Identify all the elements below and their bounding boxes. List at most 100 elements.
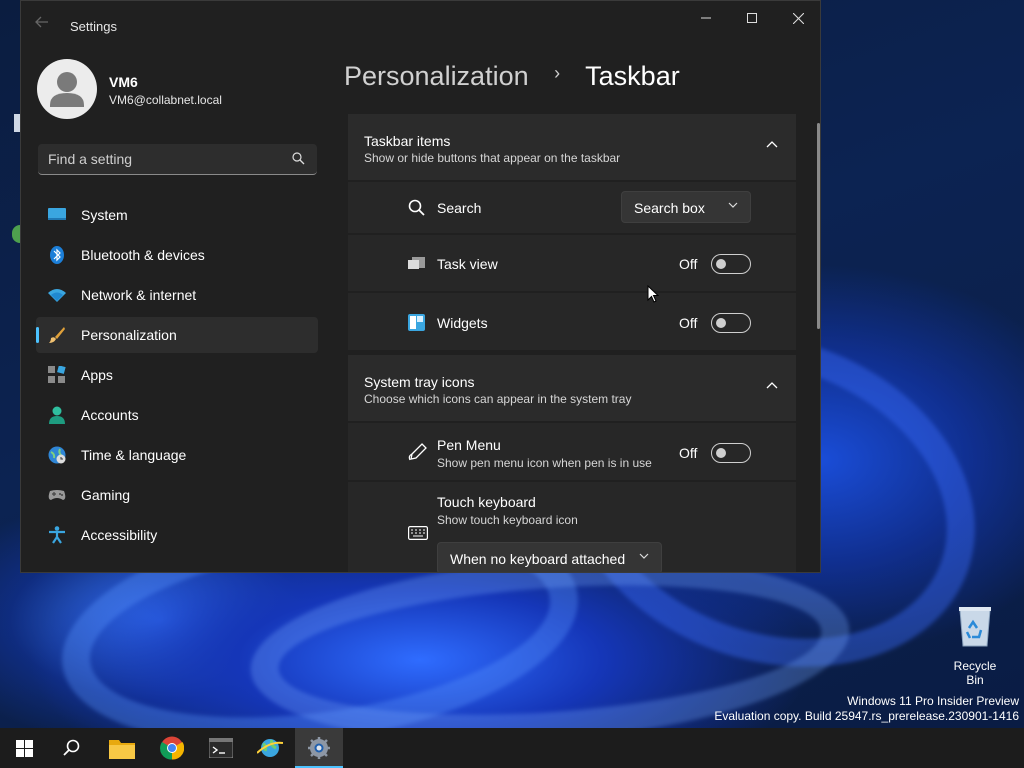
monitor-icon bbox=[48, 208, 66, 220]
system-tray-section: System tray icons Choose which icons can… bbox=[348, 355, 796, 572]
recycle-bin-label: Recycle Bin bbox=[953, 659, 997, 687]
desktop-icon-partial[interactable] bbox=[0, 112, 20, 142]
chrome-button[interactable] bbox=[148, 728, 196, 768]
accessibility-icon bbox=[49, 526, 65, 544]
globe-clock-icon bbox=[48, 446, 66, 464]
sidebar-item-time-language[interactable]: Time & language bbox=[36, 437, 318, 473]
breadcrumb-parent[interactable]: Personalization bbox=[344, 61, 529, 91]
toggle-state: Off bbox=[679, 315, 698, 331]
wifi-icon bbox=[48, 289, 66, 302]
section-subtitle: Choose which icons can appear in the sys… bbox=[364, 392, 632, 406]
chrome-icon bbox=[160, 736, 184, 760]
pen-menu-label: Pen Menu bbox=[437, 437, 501, 453]
search-icon[interactable] bbox=[292, 152, 305, 165]
touch-keyboard-label: Touch keyboard bbox=[437, 494, 536, 510]
touch-keyboard-dropdown[interactable]: When no keyboard attached bbox=[437, 542, 662, 572]
dropdown-value: When no keyboard attached bbox=[450, 551, 626, 567]
sidebar-item-network[interactable]: Network & internet bbox=[36, 277, 318, 313]
title-bar[interactable]: Settings bbox=[21, 1, 820, 45]
sidebar-item-accessibility[interactable]: Accessibility bbox=[36, 517, 318, 553]
pen-icon bbox=[408, 443, 427, 461]
search-label: Search bbox=[437, 200, 482, 216]
start-button[interactable] bbox=[0, 728, 48, 768]
task-view-row: Task view Off bbox=[348, 233, 796, 291]
desktop-icon-partial[interactable] bbox=[0, 225, 20, 255]
terminal-button[interactable] bbox=[197, 728, 245, 768]
section-subtitle: Show or hide buttons that appear on the … bbox=[364, 151, 621, 165]
sidebar-item-label: Gaming bbox=[81, 487, 131, 503]
breadcrumb: Personalization › Taskbar bbox=[344, 61, 680, 92]
sidebar-nav: System Bluetooth & devices Network & int… bbox=[36, 197, 318, 557]
bluetooth-icon bbox=[50, 246, 64, 264]
settings-app-button[interactable] bbox=[295, 728, 343, 768]
widgets-toggle[interactable] bbox=[711, 313, 751, 333]
task-view-toggle[interactable] bbox=[711, 254, 751, 274]
task-view-icon bbox=[408, 257, 425, 269]
pen-menu-row: Pen Menu Show pen menu icon when pen is … bbox=[348, 421, 796, 480]
search-mode-dropdown[interactable]: Search box bbox=[621, 191, 751, 223]
keyboard-icon bbox=[408, 526, 428, 540]
chevron-down-icon bbox=[728, 202, 738, 208]
settings-window: Settings VM6 VM6@collabnet.local System … bbox=[20, 0, 821, 573]
section-title: System tray icons bbox=[364, 374, 475, 390]
sidebar-item-gaming[interactable]: Gaming bbox=[36, 477, 318, 513]
taskbar-search-button[interactable] bbox=[48, 728, 96, 768]
taskbar-items-header[interactable]: Taskbar items Show or hide buttons that … bbox=[348, 114, 796, 180]
settings-icon bbox=[308, 737, 330, 759]
taskbar-items-section: Taskbar items Show or hide buttons that … bbox=[348, 114, 796, 350]
search-input[interactable] bbox=[38, 144, 278, 173]
sidebar-item-apps[interactable]: Apps bbox=[36, 357, 318, 393]
window-title: Settings bbox=[70, 19, 117, 34]
toggle-state: Off bbox=[679, 256, 698, 272]
scrollbar[interactable] bbox=[817, 123, 820, 329]
dropdown-value: Search box bbox=[634, 200, 705, 216]
profile-name: VM6 bbox=[109, 74, 138, 90]
widgets-label: Widgets bbox=[437, 315, 488, 331]
watermark-line2: Evaluation copy. Build 25947.rs_prerelea… bbox=[714, 709, 1019, 723]
sidebar-item-label: Bluetooth & devices bbox=[81, 247, 205, 263]
mouse-cursor-icon bbox=[647, 285, 659, 303]
network-globe-icon bbox=[257, 739, 283, 757]
section-title: Taskbar items bbox=[364, 133, 451, 149]
sidebar-item-label: Network & internet bbox=[81, 287, 197, 303]
touch-keyboard-description: Show touch keyboard icon bbox=[437, 513, 578, 527]
pen-menu-description: Show pen menu icon when pen is in use bbox=[437, 456, 652, 470]
back-button[interactable] bbox=[35, 15, 55, 35]
chevron-up-icon[interactable] bbox=[766, 140, 778, 148]
avatar[interactable] bbox=[37, 59, 97, 119]
recycle-bin-icon bbox=[959, 607, 991, 647]
touch-keyboard-row: Touch keyboard Show touch keyboard icon … bbox=[348, 480, 796, 572]
person-icon bbox=[50, 72, 84, 107]
sidebar-item-bluetooth[interactable]: Bluetooth & devices bbox=[36, 237, 318, 273]
sidebar-item-personalization[interactable]: Personalization bbox=[36, 317, 318, 353]
profile-email: VM6@collabnet.local bbox=[109, 93, 222, 107]
minimize-button[interactable] bbox=[683, 1, 729, 35]
page-title: Taskbar bbox=[585, 61, 680, 91]
chevron-up-icon[interactable] bbox=[766, 381, 778, 389]
gamepad-icon bbox=[48, 490, 66, 500]
system-tray-header[interactable]: System tray icons Choose which icons can… bbox=[348, 355, 796, 421]
network-app-button[interactable] bbox=[246, 728, 294, 768]
maximize-icon bbox=[747, 13, 757, 23]
settings-search[interactable] bbox=[38, 144, 317, 175]
sidebar-item-accounts[interactable]: Accounts bbox=[36, 397, 318, 433]
taskbar bbox=[0, 728, 1024, 768]
search-icon bbox=[63, 739, 80, 756]
maximize-button[interactable] bbox=[729, 1, 775, 35]
start-icon bbox=[15, 739, 33, 757]
toggle-state: Off bbox=[679, 445, 698, 461]
widgets-icon bbox=[408, 314, 425, 331]
minimize-icon bbox=[701, 17, 711, 19]
task-view-label: Task view bbox=[437, 256, 498, 272]
sidebar-item-label: Apps bbox=[81, 367, 113, 383]
sidebar-item-system[interactable]: System bbox=[36, 197, 318, 233]
recycle-bin[interactable]: Recycle Bin bbox=[945, 604, 1005, 687]
sidebar-item-label: Time & language bbox=[81, 447, 187, 463]
apps-icon bbox=[48, 366, 66, 383]
arrow-left-icon bbox=[35, 16, 48, 28]
sidebar-item-label: Accounts bbox=[81, 407, 139, 423]
file-explorer-button[interactable] bbox=[98, 728, 146, 768]
close-button[interactable] bbox=[775, 1, 820, 35]
pen-menu-toggle[interactable] bbox=[711, 443, 751, 463]
terminal-icon bbox=[209, 738, 233, 758]
